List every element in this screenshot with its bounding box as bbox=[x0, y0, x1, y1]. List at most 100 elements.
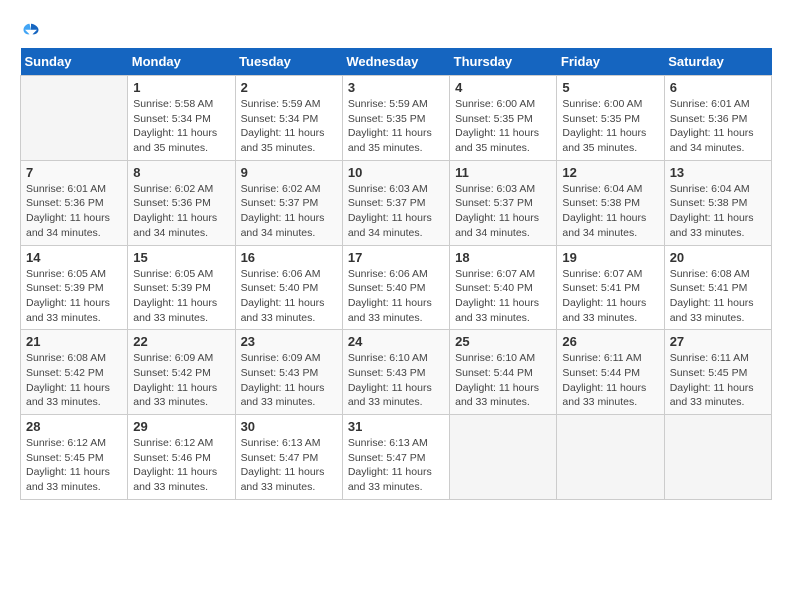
day-info: Sunrise: 6:04 AM Sunset: 5:38 PM Dayligh… bbox=[670, 182, 766, 241]
day-number: 30 bbox=[241, 419, 337, 434]
calendar-week-row: 28Sunrise: 6:12 AM Sunset: 5:45 PM Dayli… bbox=[21, 415, 772, 500]
day-info: Sunrise: 6:03 AM Sunset: 5:37 PM Dayligh… bbox=[455, 182, 551, 241]
day-number: 11 bbox=[455, 165, 551, 180]
calendar-week-row: 7 Sunrise: 6:01 AM Sunset: 5:36 PM Daylig… bbox=[21, 160, 772, 245]
calendar-day-cell: 5Sunrise: 6:00 AM Sunset: 5:35 PM Daylig… bbox=[557, 76, 664, 161]
calendar-day-cell: 31 Sunrise: 6:13 AM Sunset: 5:47 PM Dayli… bbox=[342, 415, 449, 500]
day-info: Sunrise: 6:11 AM Sunset: 5:44 PM Dayligh… bbox=[562, 351, 658, 410]
calendar-day-cell bbox=[21, 76, 128, 161]
day-info: Sunrise: 6:07 AM Sunset: 5:40 PM Dayligh… bbox=[455, 267, 551, 326]
calendar-table: SundayMondayTuesdayWednesdayThursdayFrid… bbox=[20, 48, 772, 500]
day-of-week-header: Monday bbox=[128, 48, 235, 76]
day-info: Sunrise: 6:02 AM Sunset: 5:36 PM Dayligh… bbox=[133, 182, 229, 241]
calendar-day-cell: 30Sunrise: 6:13 AM Sunset: 5:47 PM Dayli… bbox=[235, 415, 342, 500]
day-number: 10 bbox=[348, 165, 444, 180]
day-info: Sunrise: 6:05 AM Sunset: 5:39 PM Dayligh… bbox=[133, 267, 229, 326]
day-info: Sunrise: 6:02 AM Sunset: 5:37 PM Dayligh… bbox=[241, 182, 337, 241]
calendar-day-cell: 23 Sunrise: 6:09 AM Sunset: 5:43 PM Dayli… bbox=[235, 330, 342, 415]
day-number: 25 bbox=[455, 334, 551, 349]
calendar-day-cell: 4 Sunrise: 6:00 AM Sunset: 5:35 PM Daylig… bbox=[450, 76, 557, 161]
day-number: 4 bbox=[455, 80, 551, 95]
calendar-day-cell: 16 Sunrise: 6:06 AM Sunset: 5:40 PM Dayli… bbox=[235, 245, 342, 330]
day-number: 5 bbox=[562, 80, 658, 95]
calendar-day-cell: 1 Sunrise: 5:58 AM Sunset: 5:34 PM Daylig… bbox=[128, 76, 235, 161]
calendar-day-cell bbox=[450, 415, 557, 500]
calendar-day-cell: 26 Sunrise: 6:11 AM Sunset: 5:44 PM Dayli… bbox=[557, 330, 664, 415]
day-info: Sunrise: 6:08 AM Sunset: 5:41 PM Dayligh… bbox=[670, 267, 766, 326]
day-info: Sunrise: 6:07 AM Sunset: 5:41 PM Dayligh… bbox=[562, 267, 658, 326]
day-info: Sunrise: 6:01 AM Sunset: 5:36 PM Dayligh… bbox=[670, 97, 766, 156]
calendar-day-cell: 3Sunrise: 5:59 AM Sunset: 5:35 PM Daylig… bbox=[342, 76, 449, 161]
day-number: 8 bbox=[133, 165, 229, 180]
day-number: 29 bbox=[133, 419, 229, 434]
page-header bbox=[20, 20, 772, 38]
calendar-week-row: 14 Sunrise: 6:05 AM Sunset: 5:39 PM Dayli… bbox=[21, 245, 772, 330]
day-info: Sunrise: 5:58 AM Sunset: 5:34 PM Dayligh… bbox=[133, 97, 229, 156]
calendar-day-cell: 20 Sunrise: 6:08 AM Sunset: 5:41 PM Dayli… bbox=[664, 245, 771, 330]
day-number: 17 bbox=[348, 250, 444, 265]
day-number: 16 bbox=[241, 250, 337, 265]
calendar-day-cell: 27 Sunrise: 6:11 AM Sunset: 5:45 PM Dayli… bbox=[664, 330, 771, 415]
calendar-week-row: 1 Sunrise: 5:58 AM Sunset: 5:34 PM Daylig… bbox=[21, 76, 772, 161]
calendar-day-cell: 22 Sunrise: 6:09 AM Sunset: 5:42 PM Dayli… bbox=[128, 330, 235, 415]
calendar-day-cell bbox=[664, 415, 771, 500]
day-number: 1 bbox=[133, 80, 229, 95]
day-number: 15 bbox=[133, 250, 229, 265]
day-info: Sunrise: 6:04 AM Sunset: 5:38 PM Dayligh… bbox=[562, 182, 658, 241]
day-info: Sunrise: 6:11 AM Sunset: 5:45 PM Dayligh… bbox=[670, 351, 766, 410]
day-of-week-header: Sunday bbox=[21, 48, 128, 76]
day-info: Sunrise: 6:10 AM Sunset: 5:44 PM Dayligh… bbox=[455, 351, 551, 410]
calendar-day-cell: 29 Sunrise: 6:12 AM Sunset: 5:46 PM Dayli… bbox=[128, 415, 235, 500]
day-number: 20 bbox=[670, 250, 766, 265]
day-info: Sunrise: 6:12 AM Sunset: 5:45 PM Dayligh… bbox=[26, 436, 122, 495]
day-info: Sunrise: 6:09 AM Sunset: 5:43 PM Dayligh… bbox=[241, 351, 337, 410]
day-number: 12 bbox=[562, 165, 658, 180]
day-info: Sunrise: 6:03 AM Sunset: 5:37 PM Dayligh… bbox=[348, 182, 444, 241]
calendar-day-cell: 25 Sunrise: 6:10 AM Sunset: 5:44 PM Dayli… bbox=[450, 330, 557, 415]
day-number: 14 bbox=[26, 250, 122, 265]
calendar-day-cell: 19 Sunrise: 6:07 AM Sunset: 5:41 PM Dayli… bbox=[557, 245, 664, 330]
day-number: 22 bbox=[133, 334, 229, 349]
calendar-day-cell: 10 Sunrise: 6:03 AM Sunset: 5:37 PM Dayli… bbox=[342, 160, 449, 245]
day-of-week-header: Tuesday bbox=[235, 48, 342, 76]
calendar-day-cell: 11 Sunrise: 6:03 AM Sunset: 5:37 PM Dayli… bbox=[450, 160, 557, 245]
day-info: Sunrise: 6:12 AM Sunset: 5:46 PM Dayligh… bbox=[133, 436, 229, 495]
day-of-week-header: Thursday bbox=[450, 48, 557, 76]
day-info: Sunrise: 6:13 AM Sunset: 5:47 PM Dayligh… bbox=[348, 436, 444, 495]
day-info: Sunrise: 6:06 AM Sunset: 5:40 PM Dayligh… bbox=[348, 267, 444, 326]
day-info: Sunrise: 6:01 AM Sunset: 5:36 PM Dayligh… bbox=[26, 182, 122, 241]
day-number: 24 bbox=[348, 334, 444, 349]
calendar-day-cell: 9Sunrise: 6:02 AM Sunset: 5:37 PM Daylig… bbox=[235, 160, 342, 245]
calendar-day-cell: 2 Sunrise: 5:59 AM Sunset: 5:34 PM Daylig… bbox=[235, 76, 342, 161]
calendar-week-row: 21 Sunrise: 6:08 AM Sunset: 5:42 PM Dayli… bbox=[21, 330, 772, 415]
day-number: 21 bbox=[26, 334, 122, 349]
calendar-day-cell bbox=[557, 415, 664, 500]
calendar-day-cell: 14Sunrise: 6:05 AM Sunset: 5:39 PM Dayli… bbox=[21, 245, 128, 330]
day-info: Sunrise: 6:09 AM Sunset: 5:42 PM Dayligh… bbox=[133, 351, 229, 410]
calendar-day-cell: 24Sunrise: 6:10 AM Sunset: 5:43 PM Dayli… bbox=[342, 330, 449, 415]
calendar-day-cell: 13 Sunrise: 6:04 AM Sunset: 5:38 PM Dayli… bbox=[664, 160, 771, 245]
calendar-day-cell: 18 Sunrise: 6:07 AM Sunset: 5:40 PM Dayli… bbox=[450, 245, 557, 330]
day-number: 27 bbox=[670, 334, 766, 349]
day-number: 7 bbox=[26, 165, 122, 180]
day-info: Sunrise: 6:06 AM Sunset: 5:40 PM Dayligh… bbox=[241, 267, 337, 326]
calendar-day-cell: 12 Sunrise: 6:04 AM Sunset: 5:38 PM Dayli… bbox=[557, 160, 664, 245]
calendar-header-row: SundayMondayTuesdayWednesdayThursdayFrid… bbox=[21, 48, 772, 76]
day-info: Sunrise: 6:00 AM Sunset: 5:35 PM Dayligh… bbox=[455, 97, 551, 156]
calendar-day-cell: 8 Sunrise: 6:02 AM Sunset: 5:36 PM Daylig… bbox=[128, 160, 235, 245]
day-number: 18 bbox=[455, 250, 551, 265]
logo bbox=[20, 20, 40, 38]
logo-icon bbox=[22, 20, 40, 38]
day-number: 3 bbox=[348, 80, 444, 95]
day-of-week-header: Wednesday bbox=[342, 48, 449, 76]
day-number: 2 bbox=[241, 80, 337, 95]
day-number: 31 bbox=[348, 419, 444, 434]
day-number: 23 bbox=[241, 334, 337, 349]
day-number: 19 bbox=[562, 250, 658, 265]
day-info: Sunrise: 5:59 AM Sunset: 5:34 PM Dayligh… bbox=[241, 97, 337, 156]
day-info: Sunrise: 6:08 AM Sunset: 5:42 PM Dayligh… bbox=[26, 351, 122, 410]
calendar-day-cell: 21 Sunrise: 6:08 AM Sunset: 5:42 PM Dayli… bbox=[21, 330, 128, 415]
day-number: 26 bbox=[562, 334, 658, 349]
day-of-week-header: Saturday bbox=[664, 48, 771, 76]
day-number: 13 bbox=[670, 165, 766, 180]
